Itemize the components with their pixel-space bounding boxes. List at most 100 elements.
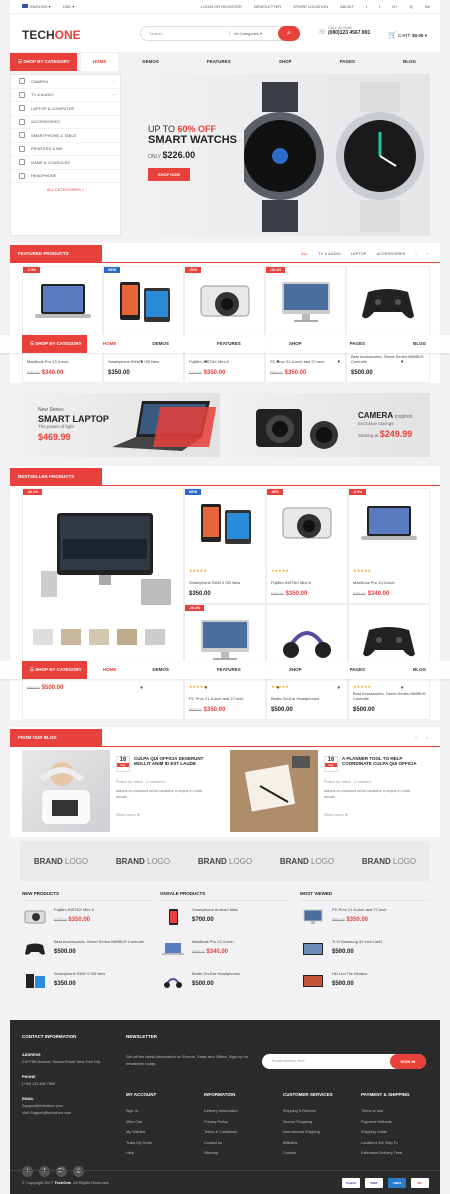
item-name[interactable]: HD Led Tiis Nimbus <box>332 971 422 976</box>
footer-link[interactable]: My Wishlist <box>126 1127 152 1138</box>
search-category-select[interactable]: All Categories ▾ <box>229 31 262 36</box>
product-name[interactable]: Best Accessories- Street Series NIMBUS C… <box>351 354 427 364</box>
nav-demos[interactable]: DEMOS ▾ <box>128 335 193 364</box>
product-card[interactable]: Best Accessories- Street Series NIMBUS C… <box>346 266 430 383</box>
footer-link[interactable]: Terms & Conditions <box>204 1127 238 1138</box>
promo-laptop[interactable]: New Series SMART LAPTOP The power of lig… <box>22 393 220 457</box>
list-item[interactable]: Fujifilm INSTAX Mini 8 $700.00 $350.00 <box>22 901 152 933</box>
footer-link[interactable]: International Shipping <box>283 1127 320 1138</box>
footer-link[interactable]: Delivery Information <box>204 1106 238 1117</box>
footer-link[interactable]: Help <box>126 1148 152 1159</box>
twitter-icon[interactable]: t <box>22 1166 33 1177</box>
nav-pages[interactable]: PAGES ▾ <box>326 661 389 690</box>
shop-now-button[interactable]: SHOP NOW <box>148 168 190 181</box>
nav-pages[interactable]: PAGES ▾ <box>326 335 389 364</box>
nav-home[interactable]: HOME <box>90 661 129 679</box>
logo[interactable]: TECHONE <box>22 28 81 42</box>
footer-link[interactable]: Terms of Use <box>361 1106 402 1117</box>
product-name[interactable]: Best Accessories- Street Series NIMBUS C… <box>353 691 427 701</box>
list-item[interactable]: Ti Vi Samsung 32 inch Ua32 $500.00 <box>300 933 430 965</box>
footer-link[interactable]: Contact <box>283 1148 320 1159</box>
product-card-large[interactable]: -25.1% $500.00 $500.00 <box>22 488 184 720</box>
blog-post-comments[interactable]: 2 comment <box>354 780 371 784</box>
shop-by-category-button[interactable]: ☰ SHOP BY CATEGORY <box>22 335 87 353</box>
item-name[interactable]: Smartphone Android Nkia <box>192 907 282 912</box>
category-printers[interactable]: PRINTERS & INK <box>11 143 120 156</box>
product-name[interactable]: MacBook Pro 13.3-inch <box>27 359 100 364</box>
thumbnail[interactable] <box>33 629 53 645</box>
product-name[interactable]: Smartphone RAM 4 GB New <box>189 580 263 585</box>
list-item[interactable]: MacBook Pro 13.3-inch $350.00 $340.00 <box>160 933 290 965</box>
prev-arrow-icon[interactable]: ‹ <box>415 251 416 256</box>
category-games[interactable]: GAME & CONSOLES <box>11 156 120 170</box>
all-categories-link[interactable]: ALL CATEGORIES » <box>11 183 120 192</box>
brand-logo[interactable]: BRAND LOGO <box>362 857 416 866</box>
product-card[interactable]: -50% Fujifilm INSTAX Mini 8 $700.00 $350.… <box>184 266 265 383</box>
newsletter-signin-button[interactable]: SIGN IN <box>390 1054 426 1069</box>
product-card[interactable]: -2.9% ★★★★★ MacBook Pro 13.3-inch $350.0… <box>348 488 430 604</box>
category-laptop[interactable]: LAPTOP & COMPUTER <box>11 102 120 116</box>
product-name[interactable]: Smartphone RAM 4 GB New <box>108 359 181 364</box>
thumbnail[interactable] <box>117 629 137 645</box>
search-button[interactable]: ⌕ <box>278 26 300 41</box>
item-name[interactable]: Best Accessories- Street Series NIMBUS C… <box>54 939 144 944</box>
search-input[interactable]: Search... <box>149 31 165 36</box>
list-item[interactable]: Smartphone RAM 4 GB New $350.00 <box>22 965 152 997</box>
google-plus-icon[interactable]: G+ <box>56 1166 67 1177</box>
shop-by-category-button[interactable]: ☰ SHOP BY CATEGORY <box>22 661 87 679</box>
footer-link[interactable]: Shipping Guide <box>361 1127 402 1138</box>
product-card[interactable]: -2.9% MacBook Pro 13.3-inch $350.00 $340.… <box>22 266 103 383</box>
brand-logo[interactable]: BRAND LOGO <box>34 857 88 866</box>
category-accessories[interactable]: ACCESSORIES <box>11 116 120 129</box>
next-arrow-icon[interactable]: › <box>427 735 428 740</box>
nav-pages[interactable]: PAGES ▾ <box>316 53 379 82</box>
facebook-icon[interactable]: f <box>379 4 380 9</box>
brand-logo[interactable]: BRAND LOGO <box>198 857 252 866</box>
nav-blog[interactable]: BLOG ▾ <box>379 53 440 82</box>
tab-accessories[interactable]: ACCESSORIES <box>376 251 405 256</box>
promo-camera[interactable]: CAMERA inspiron Exclusive savings Starti… <box>230 393 430 457</box>
footer-link[interactable]: Estimated Delivery Time <box>361 1148 402 1159</box>
tab-laptop[interactable]: LAPTOP <box>351 251 367 256</box>
blog-post[interactable]: 16 Mar CULPA QUI OFFICIA DESERUNT MOLLIT … <box>22 750 222 832</box>
store-location-link[interactable]: STORE LOCATION <box>293 4 328 9</box>
nav-demos[interactable]: DEMOS ▾ <box>128 661 193 690</box>
shop-by-category-button[interactable]: ☰ SHOP BY CATEGORY <box>10 53 77 71</box>
product-name[interactable]: Fujifilm INSTAX Mini 8 <box>189 359 262 364</box>
thumbnail[interactable] <box>145 629 165 645</box>
dribbble-icon[interactable]: ◎ <box>73 1166 84 1177</box>
tab-tv-audio[interactable]: TV & AUDIO <box>318 251 340 256</box>
about-link[interactable]: ABOUT <box>340 4 354 9</box>
nav-features[interactable]: FEATURES ▾ <box>183 53 255 82</box>
behance-icon[interactable]: Be <box>425 4 430 9</box>
list-item[interactable]: PC Prox 21.5-inch and 27-inch $550.00 $35… <box>300 901 430 933</box>
blog-post-title[interactable]: CULPA QUI OFFICIA DESERUNT MOLLIT ANIM I… <box>134 756 218 766</box>
footer-link[interactable]: Sitemap <box>204 1148 238 1159</box>
tab-all[interactable]: ALL <box>301 251 308 256</box>
nav-shop[interactable]: SHOP ▾ <box>255 53 316 82</box>
email-value-2[interactable]: Visit Support@techstore.com <box>22 1110 112 1117</box>
newsletter-email-input[interactable]: Email address here <box>272 1059 305 1063</box>
email-value[interactable]: Support@techstore.com <box>22 1103 112 1110</box>
item-name[interactable]: Beats On-Ear Headphones <box>192 971 282 976</box>
nav-features[interactable]: FEATURES ▾ <box>193 335 265 364</box>
footer-link[interactable]: Privacy Policy <box>204 1117 238 1128</box>
footer-link[interactable]: Affiliates <box>283 1138 320 1149</box>
item-name[interactable]: Ti Vi Samsung 32 inch Ua32 <box>332 939 422 944</box>
blog-post[interactable]: 16 Mar A PLANNER TOOL TO HELP COORDINATE … <box>230 750 430 832</box>
facebook-icon[interactable]: f <box>39 1166 50 1177</box>
item-name[interactable]: PC Prox 21.5-inch and 27-inch <box>332 907 422 912</box>
nav-home[interactable]: HOME <box>90 335 129 353</box>
product-name[interactable]: Fujifilm INSTAX Mini 8 <box>271 580 345 585</box>
footer-link[interactable]: Track My Order <box>126 1138 152 1149</box>
nav-features[interactable]: FEATURES ▾ <box>193 661 265 690</box>
read-more-link[interactable]: Read more ⊕ <box>116 812 140 817</box>
footer-link[interactable]: Secure Shopping <box>283 1117 320 1128</box>
category-camera[interactable]: CAMERA › <box>11 75 120 89</box>
footer-link[interactable]: Locations We Ship To <box>361 1138 402 1149</box>
google-plus-icon[interactable]: G+ <box>392 4 397 9</box>
list-item[interactable]: HD Led Tiis Nimbus $500.00 <box>300 965 430 997</box>
brand-logo[interactable]: BRAND LOGO <box>116 857 170 866</box>
brand-logo[interactable]: BRAND LOGO <box>280 857 334 866</box>
list-item[interactable]: Smartphone Android Nkia $700.00 <box>160 901 290 933</box>
